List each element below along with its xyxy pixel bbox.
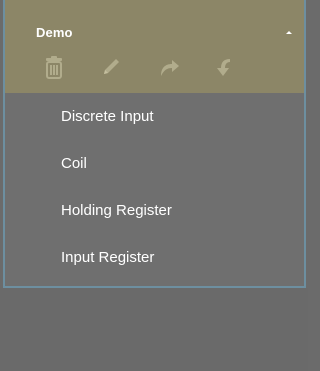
empty-background (0, 288, 308, 371)
menu-item-label: Holding Register (61, 202, 172, 219)
panel-title: Demo (36, 25, 73, 40)
undo-arrow-icon (217, 59, 230, 76)
panel-toolbar (39, 52, 249, 82)
collapse-button[interactable] (281, 24, 297, 40)
pencil-icon (104, 59, 119, 74)
delete-button[interactable] (39, 52, 69, 82)
menu-item-holding-register[interactable]: Holding Register (5, 188, 304, 234)
demo-panel: Demo Discrete Input Coil Holding Registe… (3, 0, 306, 288)
trash-icon (46, 56, 62, 79)
menu-item-input-register[interactable]: Input Register (5, 235, 304, 281)
menu-item-label: Discrete Input (61, 108, 154, 125)
edit-button[interactable] (96, 52, 126, 82)
redo-button[interactable] (153, 52, 183, 82)
menu-item-discrete-input[interactable]: Discrete Input (5, 94, 304, 140)
register-type-menu: Discrete Input Coil Holding Register Inp… (5, 93, 304, 286)
menu-item-coil[interactable]: Coil (5, 141, 304, 187)
panel-header: Demo (5, 0, 304, 93)
menu-item-label: Input Register (61, 249, 155, 266)
undo-button[interactable] (209, 52, 239, 82)
menu-item-label: Coil (61, 155, 87, 172)
chevron-up-icon (286, 31, 292, 34)
redo-arrow-icon (161, 60, 179, 76)
